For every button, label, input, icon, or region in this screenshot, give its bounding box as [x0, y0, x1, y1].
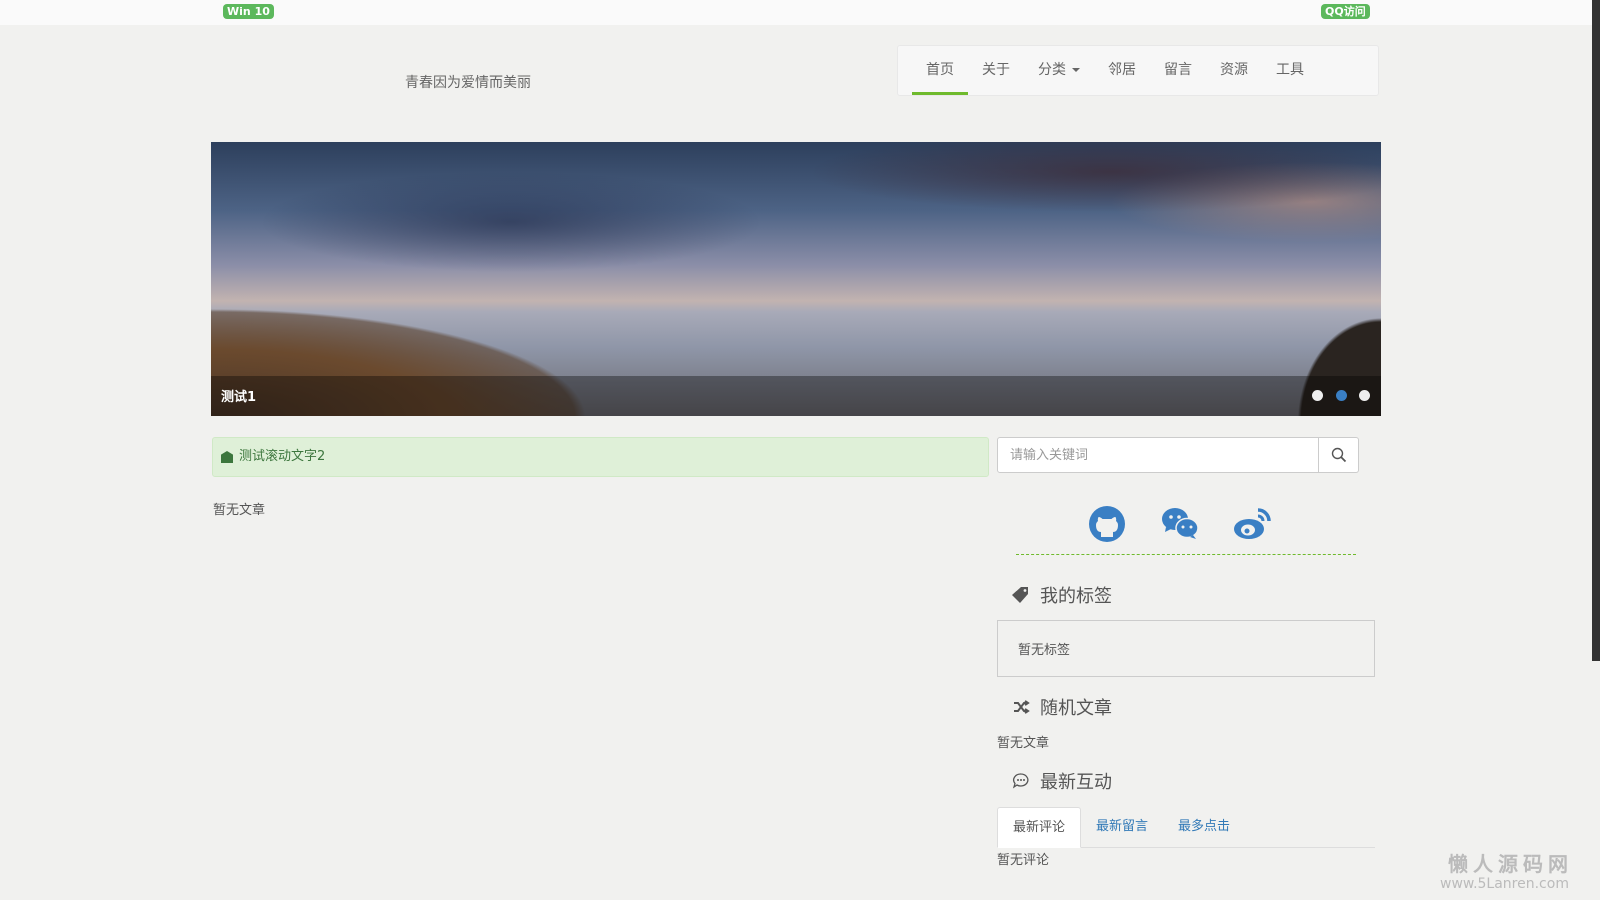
caption-bar: [211, 376, 1381, 416]
widget-title-text: 我的标签: [1040, 586, 1112, 607]
random-widget-title: 随机文章: [1012, 694, 1112, 720]
nav-item-resources[interactable]: 资源: [1206, 46, 1262, 95]
notice-text: 测试滚动文字2: [239, 449, 326, 464]
nav-item-home[interactable]: 首页: [912, 46, 968, 95]
nav-label: 分类: [1038, 62, 1066, 78]
weibo-icon[interactable]: [1233, 504, 1273, 544]
nav-item-tools[interactable]: 工具: [1262, 46, 1318, 95]
tab-latest-messages[interactable]: 最新留言: [1081, 807, 1163, 847]
interact-tabs: 最新评论 最新留言 最多点击: [997, 807, 1375, 848]
search-icon: [1331, 447, 1346, 463]
search-button[interactable]: [1319, 437, 1359, 473]
nav-label: 资源: [1220, 62, 1248, 78]
wechat-icon[interactable]: [1160, 504, 1200, 544]
slide-dot-2[interactable]: [1336, 390, 1347, 401]
nav-label: 邻居: [1108, 62, 1136, 78]
tag-icon: [1012, 587, 1028, 603]
interact-widget-title: 最新互动: [1012, 768, 1112, 794]
github-icon[interactable]: [1087, 504, 1127, 544]
social-divider: [1016, 554, 1356, 555]
nav-item-guestbook[interactable]: 留言: [1150, 46, 1206, 95]
nav-item-about[interactable]: 关于: [968, 46, 1024, 95]
main-nav: 首页 关于 分类 邻居 留言 资源 工具: [897, 45, 1379, 96]
browser-badge: QQ访问: [1321, 4, 1370, 19]
shuffle-icon: [1014, 700, 1030, 714]
search-input[interactable]: [997, 437, 1319, 473]
home-icon: [221, 451, 233, 463]
banner-carousel[interactable]: 测试1: [211, 142, 1381, 416]
nav-label: 关于: [982, 62, 1010, 78]
tab-latest-comments[interactable]: 最新评论: [997, 807, 1082, 848]
widget-title-text: 随机文章: [1040, 698, 1112, 719]
site-slogan: 青春因为爱情而美丽: [405, 75, 531, 91]
caret-down-icon: [1072, 68, 1080, 72]
scrollbar[interactable]: [1592, 0, 1600, 661]
tags-box: 暂无标签: [997, 620, 1375, 677]
nav-label: 工具: [1276, 62, 1304, 78]
slide-dot-3[interactable]: [1359, 390, 1370, 401]
comment-icon: [1012, 773, 1029, 789]
slide-dot-1[interactable]: [1312, 390, 1323, 401]
no-comments-text: 暂无评论: [997, 853, 1050, 868]
nav-label: 首页: [926, 62, 954, 78]
watermark-url: www.5Lanren.com: [1440, 876, 1569, 892]
no-random-articles-text: 暂无文章: [997, 736, 1050, 751]
os-badge: Win 10: [223, 4, 274, 19]
watermark-name: 懒人源码网: [1448, 852, 1573, 876]
no-articles-text: 暂无文章: [213, 503, 266, 518]
top-bar: Win 10 QQ访问: [0, 0, 1592, 25]
tab-most-clicked[interactable]: 最多点击: [1163, 807, 1245, 847]
widget-title-text: 最新互动: [1040, 772, 1112, 793]
search-form: [997, 437, 1359, 473]
slide-caption: 测试1: [221, 390, 257, 405]
tags-widget-title: 我的标签: [1012, 582, 1112, 608]
scrolling-notice: 测试滚动文字2: [212, 437, 989, 477]
nav-label: 留言: [1164, 62, 1192, 78]
nav-item-neighbors[interactable]: 邻居: [1094, 46, 1150, 95]
nav-item-category[interactable]: 分类: [1024, 46, 1094, 95]
no-tags-text: 暂无标签: [1018, 643, 1071, 658]
